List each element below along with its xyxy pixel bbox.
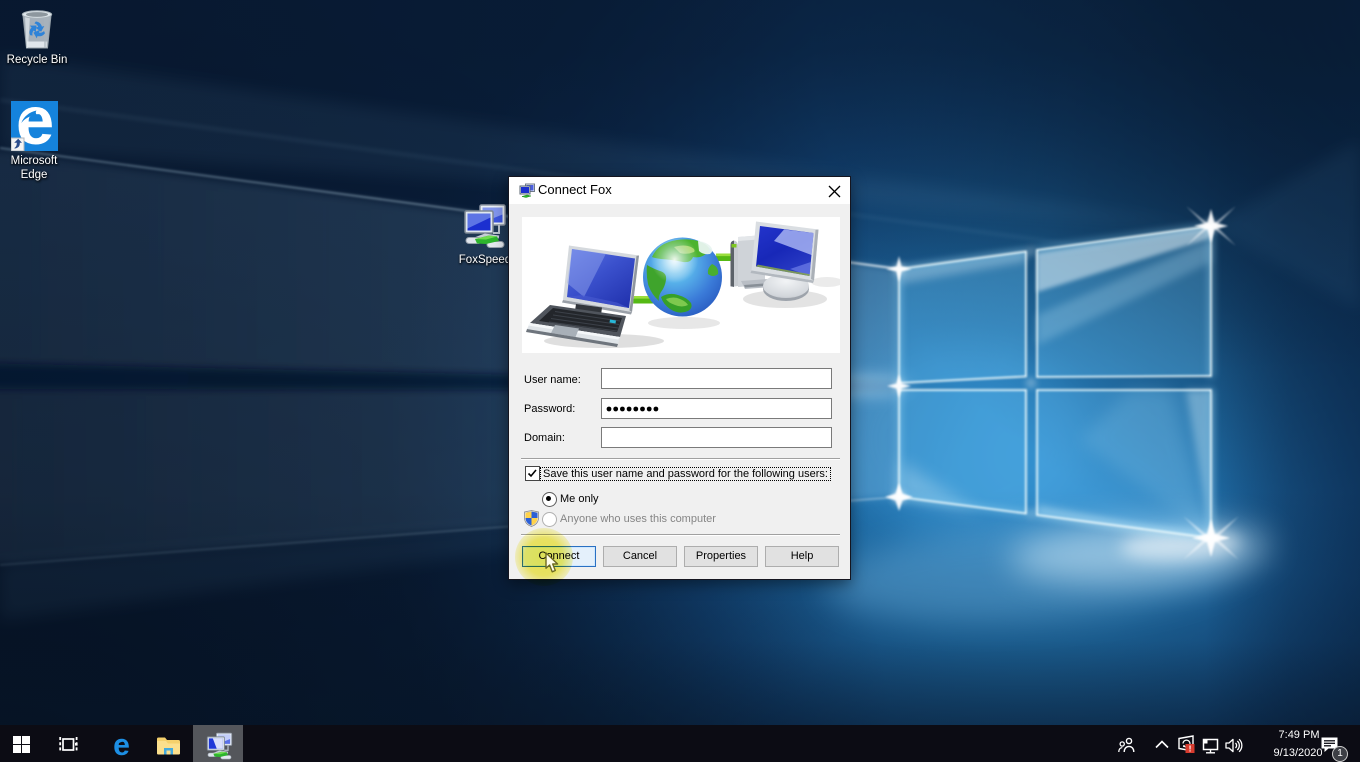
svg-text:e: e [113,736,130,758]
svg-text:!: ! [1189,743,1192,753]
